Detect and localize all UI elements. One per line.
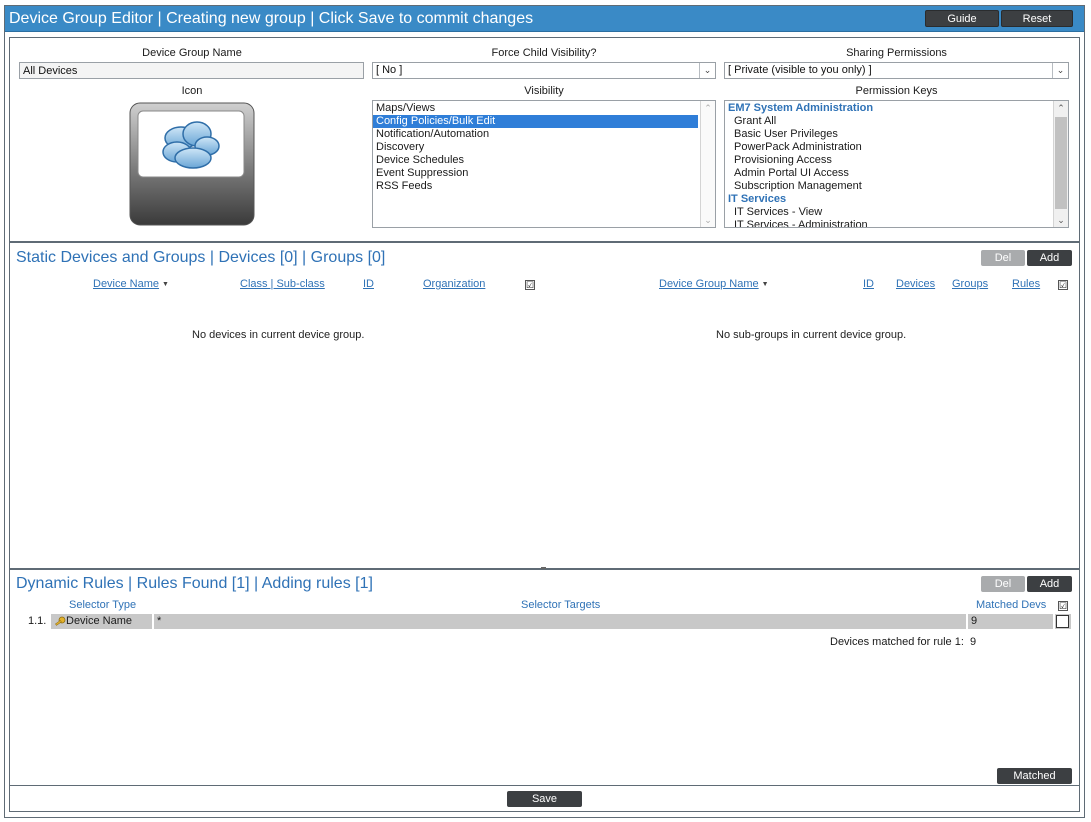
permission-keys-listbox[interactable]: EM7 System Administration Grant All Basi… bbox=[724, 100, 1069, 228]
select-all-devices-checkbox[interactable]: ☑ bbox=[525, 280, 535, 290]
sort-down-icon: ▼ bbox=[162, 280, 169, 288]
col-device-name[interactable]: Device Name ▼ bbox=[93, 278, 169, 290]
permission-key-item[interactable]: Subscription Management bbox=[725, 180, 1068, 193]
group-icon-picker[interactable] bbox=[129, 102, 255, 226]
scroll-up-icon[interactable]: ⌃ bbox=[1054, 101, 1068, 115]
static-section-title: Static Devices and Groups | Devices [0] … bbox=[16, 249, 386, 266]
permission-key-item[interactable]: Admin Portal UI Access bbox=[725, 167, 1068, 180]
col-groups[interactable]: Groups bbox=[952, 278, 988, 290]
permission-key-item[interactable]: IT Services - Administration bbox=[725, 219, 1068, 227]
devices-matched-value: 9 bbox=[969, 636, 977, 648]
select-all-groups-checkbox[interactable]: ☑ bbox=[1058, 280, 1068, 290]
title-bar: Device Group Editor | Creating new group… bbox=[5, 6, 1084, 32]
visibility-item[interactable]: Discovery bbox=[373, 141, 715, 154]
col-device-name-label: Device Name bbox=[93, 278, 160, 290]
col-selector-type: Selector Type bbox=[69, 599, 137, 611]
dynamic-add-button[interactable]: Add bbox=[1027, 576, 1072, 592]
sort-down-icon: ▼ bbox=[761, 280, 769, 288]
rule-row: 1.1. Device Name * 9 bbox=[10, 614, 1079, 630]
reset-button[interactable]: Reset bbox=[1001, 10, 1073, 27]
scroll-thumb[interactable] bbox=[1055, 117, 1067, 209]
col-matched-devs: Matched Devs bbox=[976, 599, 1047, 611]
visibility-label: Visibility bbox=[524, 85, 564, 97]
visibility-item-selected[interactable]: Config Policies/Bulk Edit bbox=[373, 115, 698, 128]
rule-checkbox-cell bbox=[1055, 614, 1071, 629]
dynamic-del-button[interactable]: Del bbox=[981, 576, 1025, 592]
rule-matched-count: 9 bbox=[968, 614, 1053, 629]
scroll-down-icon[interactable]: ⌄ bbox=[701, 213, 715, 227]
static-add-button[interactable]: Add bbox=[1027, 250, 1072, 266]
permission-keys-label: Permission Keys bbox=[855, 85, 938, 97]
devices-matched-summary: Devices matched for rule 1: 9 bbox=[830, 636, 976, 648]
scroll-up-icon[interactable]: ⌃ bbox=[701, 101, 715, 115]
rule-index: 1.1. bbox=[28, 615, 47, 627]
permission-key-item[interactable]: PowerPack Administration bbox=[725, 141, 1068, 154]
scroll-down-icon[interactable]: ⌄ bbox=[1054, 213, 1068, 227]
devices-matched-label: Devices matched for rule 1: bbox=[830, 636, 964, 648]
visibility-item[interactable]: Event Suppression bbox=[373, 167, 715, 180]
permission-group-header[interactable]: EM7 System Administration bbox=[725, 102, 1068, 115]
static-devices-panel: Static Devices and Groups | Devices [0] … bbox=[9, 242, 1080, 571]
dynamic-section-title: Dynamic Rules | Rules Found [1] | Adding… bbox=[16, 575, 373, 592]
visibility-item[interactable]: RSS Feeds bbox=[373, 180, 715, 193]
rule-selector-type-label: Device Name bbox=[66, 615, 133, 627]
dynamic-rules-panel: Dynamic Rules | Rules Found [1] | Adding… bbox=[9, 569, 1080, 786]
col-class-subclass[interactable]: Class | Sub-class bbox=[240, 278, 325, 290]
sharing-permissions-label: Sharing Permissions bbox=[846, 47, 947, 59]
rule-selector-type[interactable]: Device Name bbox=[51, 614, 152, 629]
static-del-button[interactable]: Del bbox=[981, 250, 1025, 266]
visibility-item[interactable]: Maps/Views bbox=[373, 102, 715, 115]
permission-key-item[interactable]: Grant All bbox=[725, 115, 1068, 128]
icon-label: Icon bbox=[181, 85, 203, 97]
permission-key-item[interactable]: Provisioning Access bbox=[725, 154, 1068, 167]
col-rules[interactable]: Rules bbox=[1012, 278, 1040, 290]
no-subgroups-message: No sub-groups in current device group. bbox=[716, 329, 907, 341]
rule-selector-target[interactable]: * bbox=[154, 614, 966, 629]
chevron-down-icon: ⌄ bbox=[699, 63, 715, 78]
col-group-id[interactable]: ID bbox=[863, 278, 874, 290]
matched-button[interactable]: Matched bbox=[997, 768, 1072, 784]
select-all-rules-checkbox[interactable]: ☑ bbox=[1058, 601, 1068, 611]
group-settings-panel: Device Group Name Force Child Visibility… bbox=[9, 37, 1080, 242]
save-button[interactable]: Save bbox=[507, 791, 582, 807]
visibility-listbox[interactable]: Maps/Views Config Policies/Bulk Edit Not… bbox=[372, 100, 716, 228]
col-device-group-name-label: Device Group Name bbox=[659, 278, 759, 290]
sharing-permissions-select[interactable]: [ Private (visible to you only) ] ⌄ bbox=[724, 62, 1069, 79]
force-child-visibility-value: [ No ] bbox=[376, 64, 403, 76]
chevron-down-icon: ⌄ bbox=[1052, 63, 1068, 78]
key-icon bbox=[55, 616, 66, 626]
permission-group-header[interactable]: IT Services bbox=[725, 193, 1068, 206]
sharing-permissions-value: [ Private (visible to you only) ] bbox=[728, 64, 872, 76]
visibility-item[interactable]: Device Schedules bbox=[373, 154, 715, 167]
force-child-visibility-label: Force Child Visibility? bbox=[491, 47, 597, 59]
visibility-scrollbar[interactable]: ⌃ ⌄ bbox=[700, 101, 715, 227]
force-child-visibility-select[interactable]: [ No ] ⌄ bbox=[372, 62, 716, 79]
col-device-id[interactable]: ID bbox=[363, 278, 374, 290]
permission-key-item[interactable]: IT Services - View bbox=[725, 206, 1068, 219]
rule-checkbox[interactable] bbox=[1056, 615, 1069, 628]
group-name-label: Device Group Name bbox=[142, 47, 242, 59]
visibility-item[interactable]: Notification/Automation bbox=[373, 128, 715, 141]
col-selector-targets: Selector Targets bbox=[521, 599, 601, 611]
col-organization[interactable]: Organization bbox=[423, 278, 485, 290]
no-devices-message: No devices in current device group. bbox=[192, 329, 365, 341]
col-devices[interactable]: Devices bbox=[896, 278, 935, 290]
window-title: Device Group Editor | Creating new group… bbox=[9, 10, 534, 27]
col-device-group-name[interactable]: Device Group Name ▼ bbox=[659, 278, 769, 290]
footer-bar: Save bbox=[9, 786, 1080, 812]
permission-key-item[interactable]: Basic User Privileges bbox=[725, 128, 1068, 141]
group-name-input[interactable] bbox=[19, 62, 364, 79]
permission-keys-scrollbar[interactable]: ⌃ ⌄ bbox=[1053, 101, 1068, 227]
device-group-editor-window: Device Group Editor | Creating new group… bbox=[4, 5, 1085, 818]
cloud-icon bbox=[129, 102, 255, 226]
guide-button[interactable]: Guide bbox=[925, 10, 999, 27]
